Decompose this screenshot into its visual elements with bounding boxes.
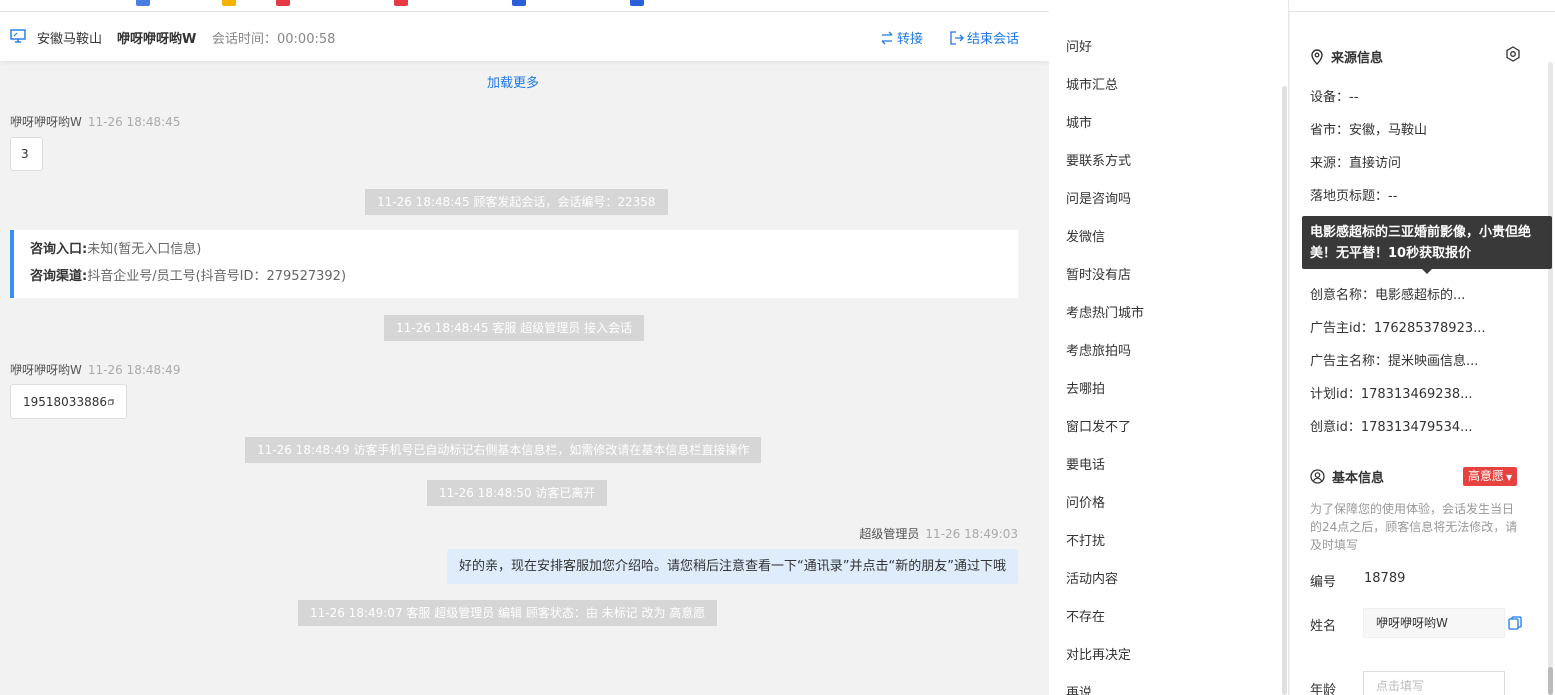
source-landing-title: 落地页标题：--	[1310, 189, 1398, 204]
transfer-button[interactable]: 转接	[880, 28, 923, 47]
source-info-title: 来源信息	[1331, 51, 1384, 66]
quick-reply-item[interactable]: 对比再决定	[1066, 644, 1131, 663]
message-sender: 咿呀咿呀哟W	[10, 363, 82, 377]
quick-reply-item[interactable]: 发微信	[1066, 226, 1105, 245]
system-notice: 11-26 18:49:07 客服 超级管理员 编辑 顾客状态：由 未标记 改为…	[298, 600, 718, 626]
location-pin-icon	[1311, 48, 1323, 65]
caret-down-icon: ▼	[1506, 473, 1513, 482]
source-advertiser-name: 广告主名称：提米映画信息...	[1310, 354, 1479, 369]
source-advertiser-id: 广告主id：176285378923...	[1310, 321, 1486, 336]
system-notice: 11-26 18:48:45 客服 超级管理员 接入会话	[384, 315, 645, 341]
number-label: 编号	[1310, 575, 1337, 590]
bookmark-icon[interactable]	[276, 0, 290, 6]
copy-icon[interactable]	[108, 396, 114, 408]
visitor-message-bubble: 19518033886	[10, 384, 127, 419]
bookmark-icon[interactable]	[512, 0, 526, 6]
quick-reply-item[interactable]: 问是咨询吗	[1066, 188, 1131, 207]
system-notice: 11-26 18:48:45 顾客发起会话，会话编号：22358	[365, 189, 668, 215]
browser-bookmarks-strip	[0, 0, 1555, 12]
message-text: 3	[21, 147, 29, 161]
message-text: 19518033886	[23, 394, 107, 409]
quick-reply-item[interactable]: 窗口发不了	[1066, 416, 1131, 435]
transfer-icon	[881, 31, 893, 44]
system-notice: 11-26 18:48:49 访客手机号已自动标记右侧基本信息栏，如需修改请在基…	[245, 437, 762, 463]
agent-message-meta: 超级管理员 11-26 18:49:03	[859, 525, 1018, 542]
chat-panel: 安徽马鞍山 咿呀咿呀哟W 会话时间：00:00:58 转接 结束会话 加载更多 …	[0, 12, 1049, 695]
quick-reply-item[interactable]: 暂时没有店	[1066, 264, 1131, 283]
end-session-button[interactable]: 结束会话	[950, 28, 1019, 47]
copy-icon[interactable]	[1508, 616, 1522, 630]
number-value: 18789	[1364, 571, 1406, 586]
source-province: 省市：安徽，马鞍山	[1310, 123, 1428, 138]
quick-reply-item[interactable]: 考虑热门城市	[1066, 302, 1144, 321]
end-session-label: 结束会话	[967, 32, 1020, 47]
source-creative-name[interactable]: 创意名称：电影感超标的...	[1310, 284, 1465, 303]
edit-hint: 为了保障您的使用体验，会话发生当日的24点之后，顾客信息将无法修改，请及时填写	[1310, 502, 1518, 552]
message-sender: 咿呀咿呀哟W	[10, 115, 82, 129]
quick-reply-item[interactable]: 考虑旅拍吗	[1066, 340, 1131, 359]
visitor-message-bubble: 3	[10, 137, 43, 171]
name-field[interactable]: 咿呀咿呀哟W	[1363, 608, 1505, 638]
basic-info-title: 基本信息	[1332, 471, 1385, 486]
bookmark-icon[interactable]	[136, 0, 150, 6]
quick-reply-scrollbar[interactable]	[1282, 86, 1287, 695]
transfer-label: 转接	[897, 32, 924, 47]
channel-value: 抖音企业号/员工号(抖音号ID：279527392)	[87, 269, 347, 284]
source-info-header: 来源信息	[1310, 47, 1383, 66]
name-label: 姓名	[1310, 619, 1337, 634]
tooltip-arrow	[1422, 269, 1432, 274]
channel-label: 咨询渠道:	[30, 269, 88, 284]
visitor-name: 咿呀咿呀哟W	[117, 32, 197, 47]
quick-reply-item[interactable]: 问好	[1066, 36, 1092, 55]
quick-reply-item[interactable]: 活动内容	[1066, 568, 1118, 587]
quick-reply-item[interactable]: 城市汇总	[1066, 74, 1118, 93]
age-field[interactable]: 点击填写	[1363, 671, 1505, 695]
quick-reply-item[interactable]: 要电话	[1066, 454, 1105, 473]
exit-icon	[950, 30, 964, 45]
entry-value: 未知(暂无入口信息)	[87, 242, 202, 257]
quick-reply-item[interactable]: 不存在	[1066, 606, 1105, 625]
bookmark-icon[interactable]	[394, 0, 408, 6]
quick-reply-item[interactable]: 去哪拍	[1066, 378, 1105, 397]
quick-reply-item[interactable]: 要联系方式	[1066, 150, 1131, 169]
entry-label: 咨询入口:	[30, 242, 88, 257]
quick-reply-item[interactable]: 问价格	[1066, 492, 1105, 511]
bookmark-icon[interactable]	[222, 0, 236, 6]
source-plan-id: 计划id：178313469238...	[1310, 387, 1473, 402]
visitor-info-panel: 来源信息 设备：-- 省市：安徽，马鞍山 来源：直接访问 落地页标题：-- 创意…	[1290, 12, 1555, 695]
monitor-icon	[10, 29, 26, 43]
quick-reply-list: 问好城市汇总城市要联系方式问是咨询吗发微信暂时没有店考虑热门城市 考虑旅拍吗去哪拍…	[1049, 0, 1289, 695]
system-notice: 11-26 18:48:50 访客已离开	[427, 480, 608, 506]
info-scrollbar-thumb[interactable]	[1548, 667, 1553, 695]
visitor-location: 安徽马鞍山	[37, 32, 103, 47]
message-time: 11-26 18:48:45	[87, 115, 181, 129]
source-device: 设备：--	[1310, 90, 1359, 105]
tooltip-text: 电影感超标的三亚婚前影像，小贵但绝美！无平替！10秒获取报价	[1310, 225, 1532, 261]
message-meta: 咿呀咿呀哟W 11-26 18:48:49	[10, 361, 180, 378]
message-meta: 咿呀咿呀哟W 11-26 18:48:45	[10, 113, 180, 130]
age-label: 年龄	[1310, 683, 1337, 695]
basic-info-header: 基本信息	[1310, 467, 1384, 486]
quick-reply-item[interactable]: 不打扰	[1066, 530, 1105, 549]
creative-name-tooltip: 电影感超标的三亚婚前影像，小贵但绝美！无平替！10秒获取报价	[1302, 216, 1552, 274]
source-channel: 来源：直接访问	[1310, 156, 1402, 171]
message-time: 11-26 18:48:49	[87, 363, 181, 377]
message-sender: 超级管理员	[859, 527, 920, 541]
intent-status-dropdown[interactable]: 高意愿 ▼	[1463, 467, 1518, 486]
message-time: 11-26 18:49:03	[925, 527, 1018, 541]
agent-message-bubble: 好的亲，现在安排客服加您介绍哈。请您稍后注意查看一下“通讯录”并点击“新的朋友”…	[447, 549, 1018, 584]
chat-header: 安徽马鞍山 咿呀咿呀哟W 会话时间：00:00:58 转接 结束会话	[0, 12, 1049, 61]
intent-status-label: 高意愿	[1468, 469, 1505, 483]
quick-reply-item[interactable]: 再说	[1066, 682, 1092, 695]
quick-reply-item[interactable]: 城市	[1066, 112, 1092, 131]
consult-entry-card: 咨询入口:未知(暂无入口信息) 咨询渠道:抖音企业号/员工号(抖音号ID：279…	[10, 230, 1018, 298]
info-scrollbar[interactable]	[1548, 62, 1553, 672]
load-more-link[interactable]: 加载更多	[487, 72, 539, 91]
settings-icon[interactable]	[1505, 46, 1521, 62]
bookmark-icon[interactable]	[630, 0, 644, 6]
user-icon	[1310, 469, 1325, 484]
source-creative-id: 创意id：178313479534...	[1310, 420, 1473, 435]
session-time: 会话时间：00:00:58	[212, 32, 336, 47]
